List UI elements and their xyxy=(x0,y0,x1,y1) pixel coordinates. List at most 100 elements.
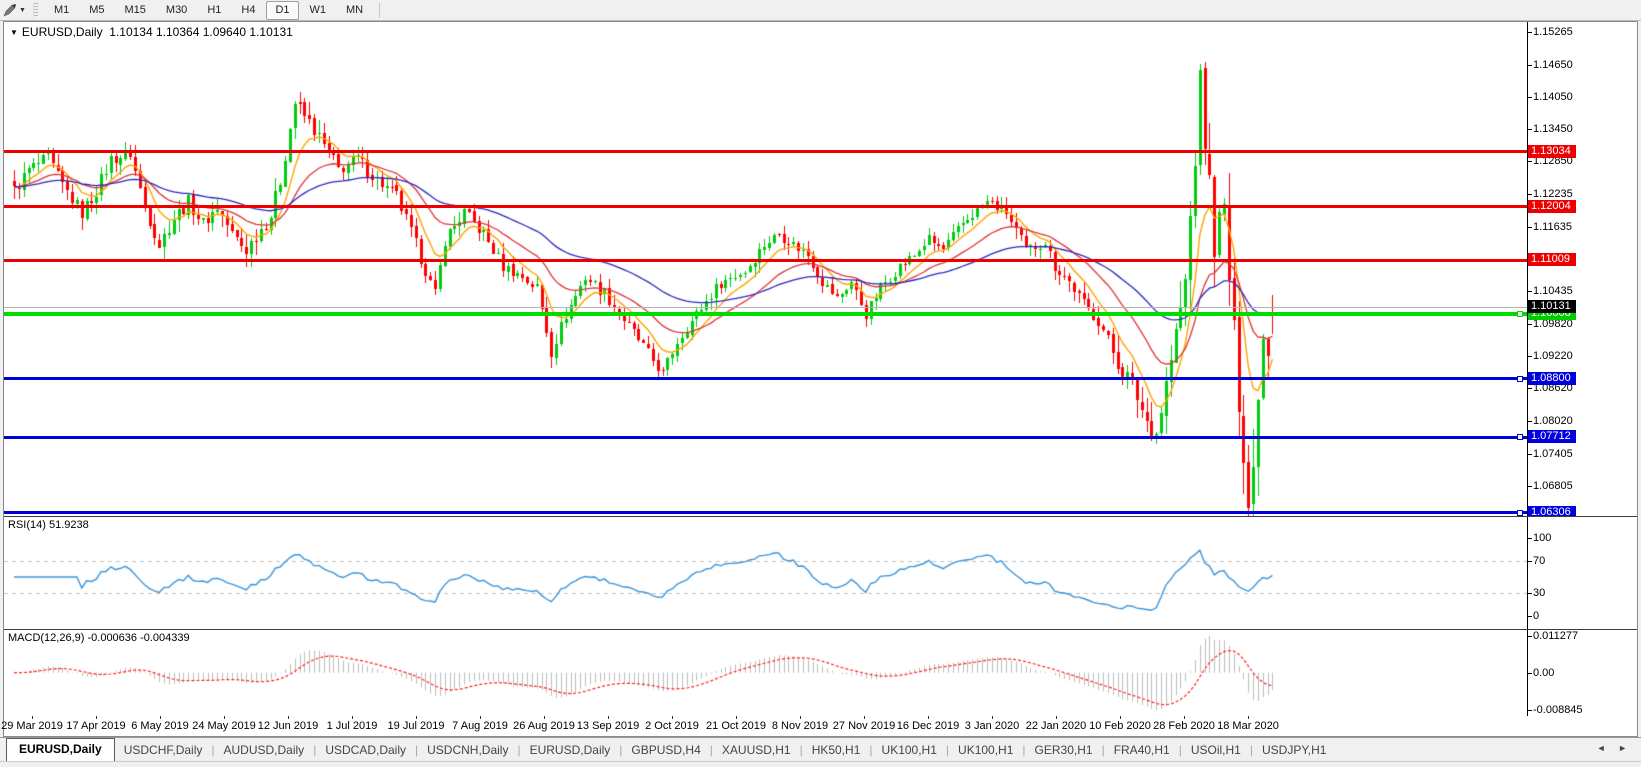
macd-label: MACD(12,26,9) -0.000636 -0.004339 xyxy=(8,632,190,644)
tabs-scroll-left-icon[interactable]: ◄ xyxy=(1597,743,1606,753)
toolbar-grip[interactable] xyxy=(32,2,38,18)
macd-axis-tick-mark xyxy=(1528,673,1532,674)
rsi-value: 51.9238 xyxy=(48,519,89,531)
macd-axis-label: -0.008845 xyxy=(1533,704,1583,716)
price-axis-label: 1.07405 xyxy=(1533,448,1573,460)
date-axis-label: 8 Nov 2019 xyxy=(771,720,829,732)
dropdown-caret-icon: ▼ xyxy=(19,6,26,14)
timeframe-button-M1[interactable]: M1 xyxy=(45,1,78,20)
rsi-axis-tick-mark xyxy=(1528,538,1532,539)
tabs-scroll-right-icon[interactable]: ► xyxy=(1618,743,1627,753)
chart-tab-bar: EURUSD,Daily USDCHF,Daily | AUDUSD,Daily | US… xyxy=(0,737,1641,761)
macd-axis-tick-mark xyxy=(1528,710,1532,711)
chart-tab-usdchf-daily[interactable]: USDCHF,Daily xyxy=(115,740,212,761)
timeframe-button-D1[interactable]: D1 xyxy=(266,0,299,20)
chart-tab-usoil-h1[interactable]: USOil,H1 xyxy=(1182,740,1250,761)
hline-handle[interactable] xyxy=(1517,376,1523,382)
hline-resistance-1.13034[interactable] xyxy=(4,150,1527,153)
chart-tab-usdjpy-h1[interactable]: USDJPY,H1 xyxy=(1253,740,1335,761)
hline-resistance-1.11009[interactable] xyxy=(4,259,1527,262)
price-axis-tick-mark xyxy=(1528,486,1532,487)
macd-axis-tick-mark xyxy=(1528,636,1532,637)
date-axis-tick-mark xyxy=(1248,716,1249,719)
chart-tab-usdcnh-daily[interactable]: USDCNH,Daily xyxy=(418,740,517,761)
rsi-axis: 100 70 30 0 xyxy=(1527,517,1637,629)
chart-tab-hk50-h1[interactable]: HK50,H1 xyxy=(803,740,870,761)
date-axis-tick-mark xyxy=(1120,716,1121,719)
timeframe-button-H1[interactable]: H1 xyxy=(198,1,230,20)
macd-name: MACD(12,26,9) xyxy=(8,632,85,644)
timeframe-toolbar: ▼ M1 M5 M15 M30 H1 H4 D1 W1 MN xyxy=(0,0,1641,21)
timeframe-button-M30[interactable]: M30 xyxy=(157,1,196,20)
date-axis-tick-mark xyxy=(672,716,673,719)
price-axis-label: 1.06805 xyxy=(1533,480,1573,492)
price-axis-label: 1.10435 xyxy=(1533,285,1573,297)
pencil-icon xyxy=(3,4,16,17)
hline-support-1.07712[interactable] xyxy=(4,436,1527,439)
status-bar xyxy=(0,761,1641,767)
hline-active-level-1.10008[interactable] xyxy=(4,312,1527,316)
hline-support-1.08800[interactable] xyxy=(4,377,1527,380)
timeframe-buttons-group: M1 M5 M15 M30 H1 H4 D1 W1 MN xyxy=(44,0,373,20)
price-axis-label: 1.11635 xyxy=(1533,221,1572,233)
price-level-badge: 1.11009 xyxy=(1528,253,1576,266)
hline-handle[interactable] xyxy=(1517,510,1523,516)
price-axis-tick-mark xyxy=(1528,97,1532,98)
price-level-badge: 1.12004 xyxy=(1528,200,1576,213)
rsi-canvas[interactable] xyxy=(4,517,1527,629)
price-axis-label: 1.08020 xyxy=(1533,415,1573,427)
date-axis-label: 26 Aug 2019 xyxy=(513,720,575,732)
date-axis-label: 7 Aug 2019 xyxy=(452,720,508,732)
chart-tab-eurusd-daily[interactable]: EURUSD,Daily xyxy=(6,738,115,761)
price-axis-label: 1.14050 xyxy=(1533,91,1573,103)
hline-resistance-1.12004[interactable] xyxy=(4,205,1527,208)
timeframe-button-MN[interactable]: MN xyxy=(337,1,372,20)
current-price-line xyxy=(4,307,1527,308)
price-axis-tick-mark xyxy=(1528,324,1532,325)
hline-handle[interactable] xyxy=(1517,311,1523,317)
chart-tab-eurusd-daily[interactable]: EURUSD,Daily xyxy=(521,740,620,761)
price-axis-label: 1.09220 xyxy=(1533,350,1573,362)
date-axis-label: 29 Mar 2019 xyxy=(1,720,63,732)
price-axis-tick-mark xyxy=(1528,32,1532,33)
price-axis-label: 1.13450 xyxy=(1533,123,1573,135)
price-axis-tick-mark xyxy=(1528,454,1532,455)
timeframe-button-M5[interactable]: M5 xyxy=(80,1,113,20)
date-axis-tick-mark xyxy=(1056,716,1057,719)
date-axis-tick-mark xyxy=(352,716,353,719)
date-axis-tick-mark xyxy=(544,716,545,719)
chart-tab-audusd-daily[interactable]: AUDUSD,Daily xyxy=(215,740,314,761)
chart-menu-caret-icon[interactable]: ▼ xyxy=(10,28,18,37)
main-chart-canvas[interactable] xyxy=(4,22,1527,516)
chart-tab-gbpusd-h4[interactable]: GBPUSD,H4 xyxy=(622,740,709,761)
chart-tab-fra40-h1[interactable]: FRA40,H1 xyxy=(1105,740,1179,761)
drawing-tool-button[interactable]: ▼ xyxy=(0,1,29,20)
rsi-axis-tick-mark xyxy=(1528,616,1532,617)
timeframe-button-H4[interactable]: H4 xyxy=(232,1,264,20)
macd-canvas[interactable] xyxy=(4,630,1527,716)
chart-tab-xauusd-h1[interactable]: XAUUSD,H1 xyxy=(713,740,800,761)
price-axis-tick-mark xyxy=(1528,161,1532,162)
rsi-axis-tick-mark xyxy=(1528,561,1532,562)
rsi-axis-label: 30 xyxy=(1533,587,1546,599)
chart-tab-usdcad-daily[interactable]: USDCAD,Daily xyxy=(316,740,415,761)
chart-tab-uk100-h1[interactable]: UK100,H1 xyxy=(949,740,1022,761)
chart-tab-ger30-h1[interactable]: GER30,H1 xyxy=(1026,740,1102,761)
macd-indicator-pane: MACD(12,26,9) -0.000636 -0.004339 0.0112… xyxy=(4,629,1637,716)
hline-support-1.06306[interactable] xyxy=(4,511,1527,514)
date-axis-label: 12 Jun 2019 xyxy=(257,720,319,732)
chart-title: ▼ EURUSD,Daily 1.10134 1.10364 1.09640 1.… xyxy=(10,25,293,39)
chart-window: ▼ EURUSD,Daily 1.10134 1.10364 1.09640 1.… xyxy=(1,21,1638,737)
date-axis-label: 21 Oct 2019 xyxy=(706,720,766,732)
date-axis-tick-mark xyxy=(160,716,161,719)
timeframe-button-M15[interactable]: M15 xyxy=(116,1,155,20)
hline-handle[interactable] xyxy=(1517,434,1523,440)
macd-axis-label: 0.00 xyxy=(1533,667,1555,679)
date-axis-label: 18 Mar 2020 xyxy=(1217,720,1279,732)
date-axis-label: 10 Feb 2020 xyxy=(1089,720,1151,732)
date-axis-tick-mark xyxy=(288,716,289,719)
chart-tab-uk100-h1[interactable]: UK100,H1 xyxy=(873,740,946,761)
date-axis-label: 19 Jul 2019 xyxy=(387,720,445,732)
timeframe-button-W1[interactable]: W1 xyxy=(301,1,336,20)
main-chart-pane: ▼ EURUSD,Daily 1.10134 1.10364 1.09640 1.… xyxy=(4,22,1637,516)
